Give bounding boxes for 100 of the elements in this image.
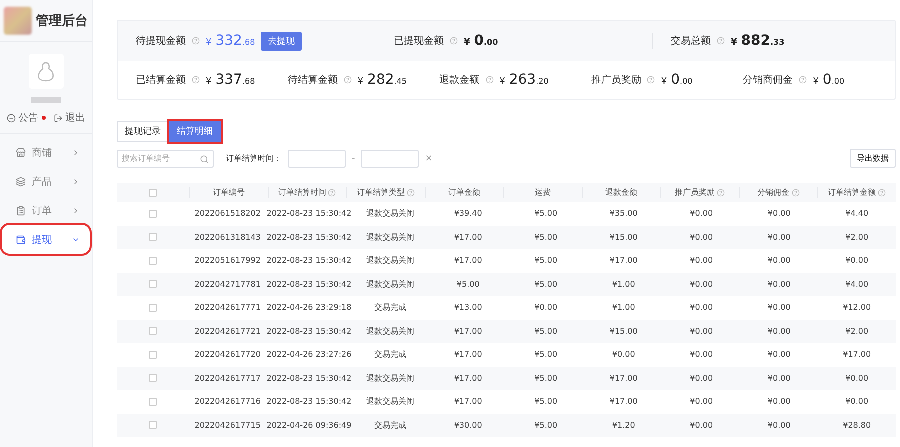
table-cell-text: 退款交易关闭 <box>366 278 416 290</box>
table-cell-text: ¥4.00 <box>844 280 870 289</box>
table-cell: 2022-08-23 15:30:42 <box>266 209 352 218</box>
table-cell: 2022-08-23 15:30:42 <box>266 232 352 242</box>
column-header: 订单编号 <box>189 187 268 198</box>
column-header: 退款金额 <box>582 187 660 198</box>
table-cell-text: 退款交易关闭 <box>366 326 416 337</box>
table-cell-text: ¥1.00 <box>611 280 636 289</box>
column-header: 分销佣金 <box>738 187 818 198</box>
table-cell-text: 退款交易关闭 <box>366 232 416 243</box>
row-checkbox[interactable] <box>149 280 157 288</box>
help-icon <box>717 37 725 45</box>
table-cell-text: 退款交易关闭 <box>366 372 416 384</box>
table-cell-text: ¥17.00 <box>608 256 639 266</box>
stat-label: 交易总额 <box>671 34 711 48</box>
start-date-field[interactable] <box>288 150 346 168</box>
table-cell-text: ¥0.00 <box>766 420 792 430</box>
table-cell-text: ¥13.00 <box>453 303 484 312</box>
table-cell-text: ¥2.00 <box>844 232 870 242</box>
menu-item[interactable]: 提现 <box>2 225 90 254</box>
help-icon <box>717 188 726 196</box>
search-icon <box>200 154 209 164</box>
table-cell-text: ¥0.00 <box>844 397 870 406</box>
table-cell-text: 2022061318143 <box>194 232 262 242</box>
stat-label: 已结算金额 <box>136 74 186 87</box>
table-cell-text: 退款交易关闭 <box>366 208 416 220</box>
table-cell-text: 交易完成 <box>374 349 408 360</box>
table-cell-text: ¥0.00 <box>766 256 792 266</box>
table-cell-text: ¥39.40 <box>453 209 484 218</box>
stat-amount: ¥ 882.33 <box>731 33 785 49</box>
notice-link[interactable]: 公告 <box>6 111 46 125</box>
table-cell-text: 2022042617715 <box>194 420 262 430</box>
table-cell-text: ¥0.00 <box>689 280 714 289</box>
column-header: 订单结算类型 <box>346 187 425 198</box>
menu-item[interactable]: 订单 <box>2 196 90 225</box>
stat-label: 待提现金额 <box>136 34 186 48</box>
table-cell-text: 2022042617717 <box>194 374 262 383</box>
table-cell-text: ¥17.00 <box>842 350 872 360</box>
table-cell-text: ¥5.00 <box>456 280 481 289</box>
table-cell-text: ¥15.00 <box>608 326 639 336</box>
table-cell-text: 2022042617716 <box>194 397 262 406</box>
date-label: 订单结算时间： <box>226 153 282 164</box>
row-checkbox[interactable] <box>149 327 157 336</box>
row-checkbox[interactable] <box>149 374 157 382</box>
search-field[interactable]: 搜索订单编号 <box>117 150 214 168</box>
menu-item[interactable]: 商铺 <box>2 138 90 167</box>
stat-amount: ¥ 263.20 <box>500 72 549 88</box>
row-checkbox[interactable] <box>149 304 157 312</box>
export-button[interactable]: 导出数据 <box>850 149 896 168</box>
table-cell-text: 2022051617992 <box>194 256 262 266</box>
table-cell-text: ¥0.00 <box>689 326 714 336</box>
end-date-field[interactable] <box>361 150 420 168</box>
table-cell-text: ¥17.00 <box>453 232 484 242</box>
table-cell-text: ¥5.00 <box>534 397 559 406</box>
table-cell-text: ¥0.00 <box>766 209 792 218</box>
layers-icon <box>16 176 26 186</box>
blurred-username <box>31 97 61 103</box>
help-icon <box>450 37 458 45</box>
table-cell-text: ¥0.00 <box>611 350 636 360</box>
table-cell: 2022-08-23 15:30:42 <box>266 256 352 266</box>
table-cell-text: ¥5.00 <box>534 326 559 336</box>
row-checkbox[interactable] <box>149 210 157 218</box>
table-cell: 2022-04-26 23:29:18 <box>266 303 352 312</box>
table-cell-text: ¥0.00 <box>766 303 792 312</box>
row-checkbox[interactable] <box>149 421 157 430</box>
select-all-checkbox[interactable] <box>149 188 157 196</box>
table-cell-text: 2022042617771 <box>194 303 262 312</box>
table-cell-text: ¥0.00 <box>689 209 714 218</box>
table-cell-text: ¥0.00 <box>689 397 714 406</box>
table-cell-text: ¥5.00 <box>534 232 559 242</box>
tab[interactable]: 提现记录 <box>117 121 169 142</box>
menu-item[interactable]: 产品 <box>2 167 90 196</box>
app-title: 管理后台 <box>36 12 88 30</box>
tab[interactable]: 结算明细 <box>169 121 221 142</box>
table-cell-text: ¥15.00 <box>608 232 639 242</box>
row-checkbox[interactable] <box>149 256 157 265</box>
logout-icon <box>54 114 62 122</box>
table-cell-text: ¥0.00 <box>689 303 714 312</box>
table-cell-text: ¥5.00 <box>534 280 559 289</box>
column-header: 推广员奖励 <box>660 187 739 198</box>
table-cell-text: ¥5.00 <box>534 350 559 360</box>
row-checkbox[interactable] <box>149 233 157 242</box>
table-cell-text: ¥0.00 <box>766 397 792 406</box>
withdraw-button[interactable]: 去提现 <box>261 32 302 50</box>
table-cell-text: ¥17.00 <box>453 350 484 360</box>
stat-amount: ¥ 332.68 <box>206 33 256 49</box>
table-cell-text: ¥0.00 <box>844 256 870 266</box>
clear-date-icon[interactable]: × <box>425 154 433 164</box>
help-icon <box>486 76 494 84</box>
row-checkbox[interactable] <box>149 398 157 406</box>
stat-label: 分销商佣金 <box>743 74 794 87</box>
table-cell-text: ¥0.00 <box>766 350 792 360</box>
logout-link[interactable]: 退出 <box>54 111 86 125</box>
table-cell-text: 2022061518202 <box>194 209 262 218</box>
column-header: 订单结算金额 <box>817 187 896 198</box>
table-cell-text: ¥17.00 <box>453 256 484 266</box>
stat-label: 退款金额 <box>440 74 480 87</box>
row-checkbox[interactable] <box>149 350 157 359</box>
table-cell-text: ¥0.00 <box>844 374 870 383</box>
table-cell: 2022-08-23 15:30:42 <box>266 326 352 336</box>
